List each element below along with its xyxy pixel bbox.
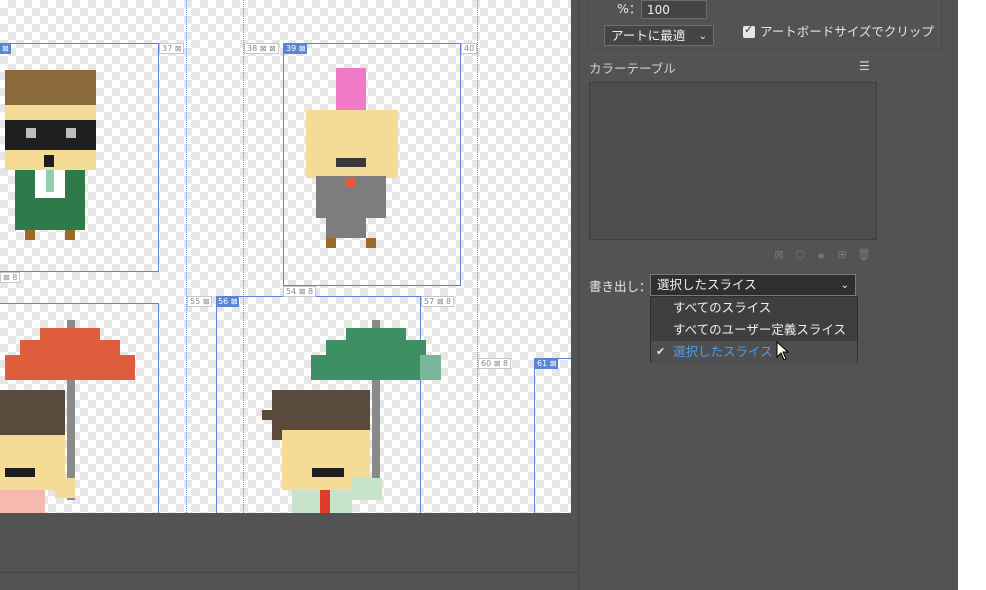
export-select-value: 選択したスライス	[657, 277, 757, 292]
dropdown-option-all-slices[interactable]: すべてのスライス	[651, 297, 857, 319]
slice-guide	[477, 0, 478, 513]
map-icon[interactable]: ⊠	[773, 249, 785, 261]
artboard-canvas[interactable]: ⊠ 37 ⊠ 38 ⊠ ⊠ 39 ⊠ 40 ⊠ 8 54 ⊠ 8 55 ⊠ 56…	[0, 0, 571, 513]
umbrella-green-icon	[420, 355, 441, 380]
color-table-title: カラーテーブル	[589, 61, 676, 76]
character-shirt	[0, 490, 45, 513]
slice-number: 55	[190, 297, 201, 306]
slice-tag-40[interactable]: 40	[461, 43, 478, 54]
character-tie	[345, 178, 355, 188]
umbrella-red-icon	[20, 340, 120, 355]
checkmark-icon: ✔	[656, 345, 666, 358]
dropdown-option-selected-slices[interactable]: ✔ 選択したスライス	[651, 341, 857, 363]
slice-number: 60	[481, 359, 492, 368]
slice-tag[interactable]: ⊠ 8	[0, 272, 21, 283]
option-label: すべてのユーザー定義スライス	[673, 322, 847, 337]
slice-guide	[186, 0, 187, 513]
umbrella-red-icon	[5, 355, 135, 380]
fit-select-value: アートに最適	[611, 28, 686, 43]
slice-number: 40	[464, 44, 475, 53]
slice-number: 37	[162, 44, 173, 53]
slice-tag-37[interactable]: 37 ⊠	[159, 43, 185, 54]
clip-checkbox-label[interactable]: アートボードサイズでクリップ	[760, 24, 934, 40]
glasses-lens	[26, 128, 36, 138]
character-mouth	[312, 468, 344, 477]
character-hair	[262, 410, 272, 420]
character-hair	[0, 390, 65, 435]
slice-tag[interactable]: ⊠	[0, 43, 11, 54]
lock-icon[interactable]: 🔒︎	[815, 249, 827, 261]
character-tie	[46, 170, 54, 192]
slice-frame-61[interactable]	[534, 358, 571, 513]
percent-label: %：	[617, 1, 642, 16]
add-icon[interactable]: ⊞	[836, 249, 848, 261]
character-shoe	[326, 238, 336, 248]
option-label: すべてのスライス	[673, 300, 772, 315]
export-label: 書き出し：	[589, 279, 652, 294]
character-shoe	[366, 238, 376, 248]
umbrella-green-icon	[326, 340, 426, 355]
slice-tag-39[interactable]: 39 ⊠	[284, 43, 308, 54]
character-mouth	[336, 158, 366, 167]
slice-number: 39	[286, 44, 297, 53]
fit-select[interactable]: アートに最適 ⌄	[604, 25, 714, 46]
slice-number: 56	[218, 297, 229, 306]
character-hand	[55, 478, 75, 498]
clip-checkbox[interactable]: ✓	[743, 23, 755, 38]
chevron-down-icon: ⌄	[840, 280, 849, 291]
character-shoe	[25, 230, 35, 240]
slice-tag-60[interactable]: 60 ⊠ 8	[478, 358, 512, 369]
option-label: 選択したスライス	[673, 344, 773, 359]
character-tie	[320, 490, 330, 513]
cube-icon[interactable]: ⬡	[794, 249, 806, 261]
character-face	[306, 110, 398, 178]
slice-tag-55[interactable]: 55 ⊠	[187, 296, 213, 307]
color-table-swatches[interactable]	[589, 82, 877, 240]
percent-input[interactable]: 100	[641, 0, 707, 19]
character-arm	[352, 478, 382, 500]
glasses-lens	[66, 128, 76, 138]
character-mouth	[5, 468, 35, 477]
slice-tag-61[interactable]: 61 ⊠	[535, 358, 559, 369]
export-select[interactable]: 選択したスライス ⌄	[650, 274, 856, 296]
slice-number: 61	[537, 359, 548, 368]
character-shoe	[65, 230, 75, 240]
chevron-down-icon: ⌄	[698, 31, 707, 42]
glasses-icon	[5, 120, 96, 150]
window-edge	[958, 0, 986, 590]
character-mouth	[44, 155, 54, 167]
slice-number: 57	[424, 297, 435, 306]
checkmark-icon: ✓	[744, 23, 754, 36]
slice-tag-54[interactable]: 54 ⊠ 8	[283, 286, 317, 297]
slice-tag-56[interactable]: 56 ⊠	[216, 296, 240, 307]
mouse-cursor-icon	[776, 340, 790, 364]
export-dropdown-list: すべてのスライス すべてのユーザー定義スライス ✔ 選択したスライス	[650, 296, 858, 363]
panel-menu-icon[interactable]: ☰	[859, 59, 870, 73]
slice-number: 38	[247, 44, 258, 53]
umbrella-green-icon	[346, 328, 406, 340]
canvas-bottom-strip	[0, 572, 578, 590]
slice-tag-38[interactable]: 38 ⊠ ⊠	[244, 43, 279, 54]
umbrella-red-icon	[40, 328, 100, 340]
slice-number: 54	[286, 287, 297, 296]
trash-icon[interactable]: 🗑︎	[857, 249, 871, 261]
dropdown-option-user-slices[interactable]: すべてのユーザー定義スライス	[651, 319, 857, 341]
character-legs	[326, 218, 366, 238]
slice-tag-57[interactable]: 57 ⊠ 8	[421, 296, 455, 307]
